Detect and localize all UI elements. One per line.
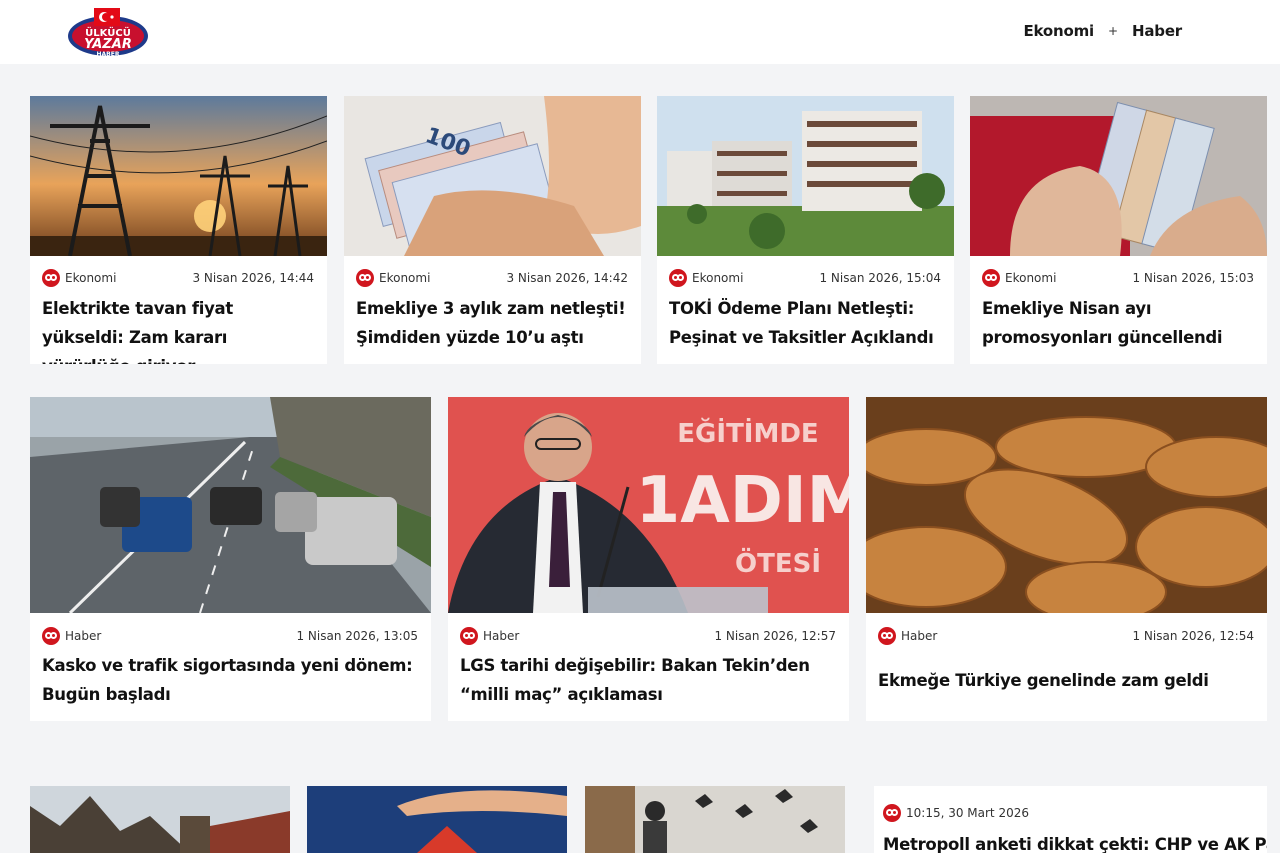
category-icon [878, 627, 896, 645]
news-title[interactable]: Ekmeğe Türkiye genelinde zam geldi [878, 666, 1255, 695]
news-card[interactable]: Ekonomi 1 Nisan 2026, 15:04 TOKİ Ödeme P… [657, 96, 954, 364]
backdrop-text: EĞİTİMDE [677, 417, 818, 449]
news-image-winter-village[interactable] [30, 786, 290, 853]
news-title[interactable]: TOKİ Ödeme Planı Netleşti: Peşinat ve Ta… [669, 294, 942, 352]
site-header: ÜLKÜCÜ YAZAR HABER Ekonomi + Haber [0, 0, 1280, 64]
news-image-house-model[interactable] [307, 786, 567, 853]
nav-separator: + [1107, 24, 1119, 38]
news-card[interactable]: Haber 1 Nisan 2026, 12:54 Ekmeğe Türkiye… [866, 397, 1267, 721]
backdrop-text: ÖTESİ [735, 546, 821, 579]
featured-news-card[interactable]: 10:15, 30 Mart 2026 Metropoll anketi dik… [874, 786, 1267, 853]
category-icon [42, 269, 60, 287]
category-icon [982, 269, 1000, 287]
news-card[interactable]: 100 Ekonomi 3 Nisan 2026, 14:42 Emekliye… [344, 96, 641, 364]
svg-text:YAZAR: YAZAR [84, 37, 132, 52]
news-image-minister[interactable]: EĞİTİMDE 1ADIM ÖTESİ [448, 397, 849, 613]
category-label[interactable]: Haber [460, 627, 519, 645]
news-title[interactable]: Kasko ve trafik sigortasında yeni dönem:… [42, 651, 419, 709]
post-date: 1 Nisan 2026, 15:03 [1132, 271, 1254, 285]
news-image-banknotes[interactable]: 100 [344, 96, 641, 256]
news-image-apartments[interactable] [657, 96, 954, 256]
category-label[interactable]: Haber [878, 627, 937, 645]
nav-item-haber[interactable]: Haber [1132, 22, 1182, 40]
post-date: 1 Nisan 2026, 15:04 [819, 271, 941, 285]
news-title[interactable]: LGS tarihi değişebilir: Bakan Tekin’den … [460, 651, 837, 709]
news-image-highway[interactable] [30, 397, 431, 613]
news-image-bread[interactable] [866, 397, 1267, 613]
news-title[interactable]: Emekliye Nisan ayı promosyonları güncell… [982, 294, 1255, 352]
post-date: 1 Nisan 2026, 12:54 [1132, 629, 1254, 643]
news-card[interactable] [307, 786, 567, 853]
news-title[interactable]: Metropoll anketi dikkat çekti: CHP ve AK… [883, 830, 1267, 853]
category-icon [42, 627, 60, 645]
news-card[interactable] [585, 786, 845, 853]
news-card[interactable]: EĞİTİMDE 1ADIM ÖTESİ Haber 1 Nisan 2026,… [448, 397, 849, 721]
post-date: 3 Nisan 2026, 14:42 [506, 271, 628, 285]
news-card[interactable]: Haber 1 Nisan 2026, 13:05 Kasko ve trafi… [30, 397, 431, 721]
category-label[interactable]: Ekonomi [982, 269, 1056, 287]
main-nav: Ekonomi + Haber [1023, 22, 1182, 40]
backdrop-text: 1ADIM [636, 464, 849, 538]
news-image-elderly-hands[interactable] [970, 96, 1267, 256]
news-title[interactable]: Elektrikte tavan fiyat yükseldi: Zam kar… [42, 294, 315, 364]
category-label[interactable]: Ekonomi [356, 269, 430, 287]
post-date: 1 Nisan 2026, 12:57 [714, 629, 836, 643]
news-image-power-lines[interactable] [30, 96, 327, 256]
category-label[interactable]: Ekonomi [669, 269, 743, 287]
site-logo[interactable]: ÜLKÜCÜ YAZAR HABER [64, 4, 152, 62]
news-card[interactable]: Ekonomi 3 Nisan 2026, 14:44 Elektrikte t… [30, 96, 327, 364]
news-title[interactable]: Emekliye 3 aylık zam netleşti! Şimdiden … [356, 294, 629, 352]
post-date: 3 Nisan 2026, 14:44 [192, 271, 314, 285]
category-label[interactable]: Haber [42, 627, 101, 645]
category-icon [460, 627, 478, 645]
nav-item-ekonomi[interactable]: Ekonomi [1023, 22, 1094, 40]
svg-text:HABER: HABER [97, 51, 120, 58]
category-icon [669, 269, 687, 287]
news-card[interactable]: Ekonomi 1 Nisan 2026, 15:03 Emekliye Nis… [970, 96, 1267, 364]
category-icon [883, 804, 901, 822]
news-card[interactable] [30, 786, 290, 853]
post-date: 10:15, 30 Mart 2026 [906, 806, 1029, 820]
category-label[interactable]: Ekonomi [42, 269, 116, 287]
post-date: 1 Nisan 2026, 13:05 [296, 629, 418, 643]
news-image-graduation[interactable] [585, 786, 845, 853]
category-icon [356, 269, 374, 287]
